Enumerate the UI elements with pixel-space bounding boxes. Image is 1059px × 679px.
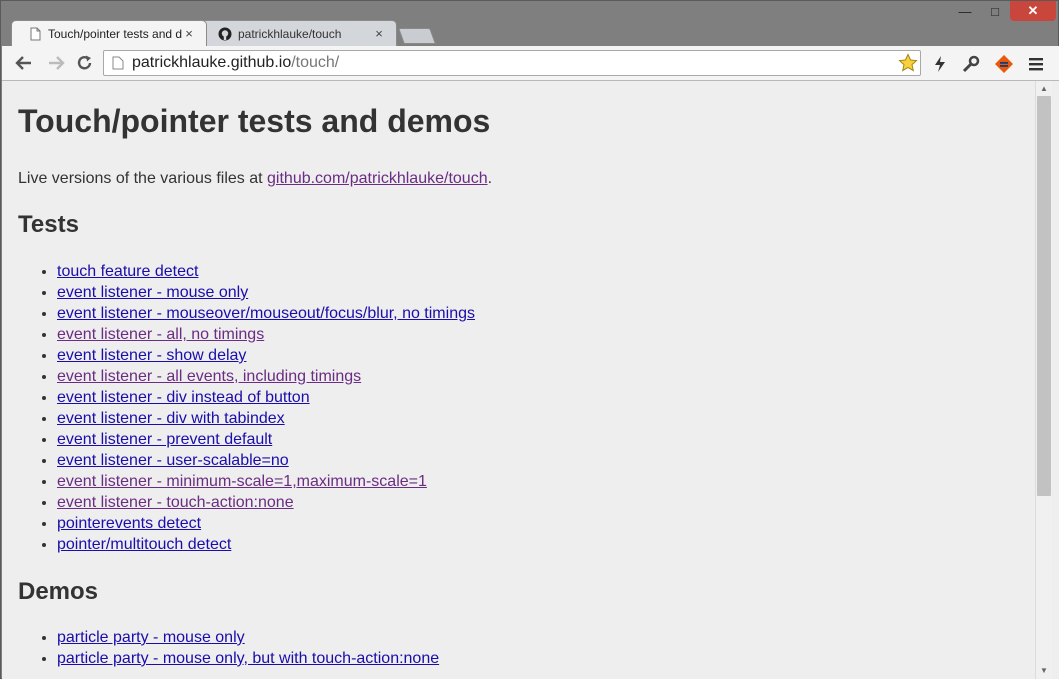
scroll-up-arrow-icon[interactable]: ▲: [1036, 82, 1052, 96]
lightning-icon[interactable]: [929, 53, 951, 75]
github-icon: [218, 27, 232, 40]
list-item: event listener - touch-action:none: [57, 492, 475, 513]
test-link[interactable]: event listener - div instead of button: [57, 389, 310, 406]
wrench-icon[interactable]: [960, 53, 982, 75]
test-link[interactable]: event listener - minimum-scale=1,maximum…: [57, 473, 427, 490]
page-title: Touch/pointer tests and demos: [18, 103, 491, 139]
window-controls: — □ ✕: [950, 1, 1056, 23]
test-link[interactable]: event listener - show delay: [57, 347, 246, 364]
extension-icon[interactable]: [993, 53, 1015, 75]
intro-suffix: .: [487, 170, 493, 187]
address-bar[interactable]: patrickhlauke.github.io/touch/: [103, 50, 921, 76]
menu-icon[interactable]: [1025, 53, 1047, 75]
tests-list: touch feature detect event listener - mou…: [18, 261, 475, 555]
tab-github[interactable]: patrickhlauke/touch ×: [201, 20, 397, 46]
page-icon: [30, 27, 41, 40]
tab-title: patrickhlauke/touch: [238, 26, 342, 41]
close-window-button[interactable]: ✕: [1010, 1, 1056, 21]
browser-window: — □ ✕ Touch/pointer tests and d × patric…: [0, 0, 1059, 679]
test-link[interactable]: event listener - prevent default: [57, 431, 272, 448]
test-link[interactable]: event listener - user-scalable=no: [57, 452, 289, 469]
tab-close-icon[interactable]: ×: [372, 26, 386, 41]
tab-close-icon[interactable]: ×: [182, 26, 196, 41]
demo-link[interactable]: particle party - mouse only, but with to…: [57, 650, 439, 667]
minimize-button[interactable]: —: [950, 1, 980, 21]
scrollbar-thumb[interactable]: [1037, 96, 1051, 496]
list-item: touch feature detect: [57, 261, 475, 282]
test-link[interactable]: event listener - mouseover/mouseout/focu…: [57, 305, 475, 322]
page-content: Touch/pointer tests and demos Live versi…: [2, 81, 1035, 679]
url-path: /touch/: [291, 54, 340, 71]
list-item: event listener - minimum-scale=1,maximum…: [57, 471, 475, 492]
tests-heading: Tests: [18, 211, 79, 238]
test-link[interactable]: pointerevents detect: [57, 515, 201, 532]
intro-prefix: Live versions of the various files at: [18, 170, 268, 187]
test-link[interactable]: touch feature detect: [57, 263, 198, 280]
github-repo-link[interactable]: github.com/patrickhlauke/touch: [267, 170, 488, 187]
list-item: particle party - mouse only: [57, 627, 439, 648]
page-icon: [112, 56, 124, 70]
test-link[interactable]: event listener - all, no timings: [57, 326, 264, 343]
list-item: event listener - all, no timings: [57, 324, 475, 345]
vertical-scrollbar[interactable]: ▲ ▼: [1035, 81, 1052, 679]
list-item: particle party - mouse only, but with to…: [57, 648, 439, 669]
scroll-down-arrow-icon[interactable]: ▼: [1036, 664, 1052, 678]
bookmark-star-icon[interactable]: [898, 53, 918, 73]
demos-list: particle party - mouse only particle part…: [18, 627, 439, 669]
list-item: pointer/multitouch detect: [57, 534, 475, 555]
demos-heading: Demos: [18, 578, 99, 605]
list-item: event listener - div instead of button: [57, 387, 475, 408]
list-item: event listener - prevent default: [57, 429, 475, 450]
list-item: pointerevents detect: [57, 513, 475, 534]
list-item: event listener - mouse only: [57, 282, 475, 303]
test-link[interactable]: event listener - all events, including t…: [57, 368, 361, 385]
browser-toolbar: patrickhlauke.github.io/touch/: [2, 46, 1059, 81]
list-item: event listener - user-scalable=no: [57, 450, 475, 471]
test-link[interactable]: event listener - div with tabindex: [57, 410, 285, 427]
window-edge: [1052, 81, 1059, 679]
list-item: event listener - div with tabindex: [57, 408, 475, 429]
test-link[interactable]: event listener - touch-action:none: [57, 494, 294, 511]
list-item: event listener - all events, including t…: [57, 366, 475, 387]
forward-arrow-icon[interactable]: [44, 52, 68, 74]
list-item: event listener - mouseover/mouseout/focu…: [57, 303, 475, 324]
back-arrow-icon[interactable]: [12, 52, 36, 74]
intro-text: Live versions of the various files at gi…: [18, 170, 492, 188]
test-link[interactable]: pointer/multitouch detect: [57, 536, 231, 553]
tab-strip: Touch/pointer tests and d × patrickhlauk…: [11, 20, 436, 46]
demo-link[interactable]: particle party - mouse only: [57, 629, 245, 646]
maximize-button[interactable]: □: [980, 1, 1010, 21]
tab-title: Touch/pointer tests and d: [48, 26, 182, 41]
new-tab-button[interactable]: [398, 28, 436, 44]
test-link[interactable]: event listener - mouse only: [57, 284, 248, 301]
list-item: event listener - show delay: [57, 345, 475, 366]
tab-touch-tests[interactable]: Touch/pointer tests and d ×: [11, 20, 207, 46]
url-host: patrickhlauke.github.io: [132, 54, 292, 71]
reload-icon[interactable]: [73, 52, 97, 74]
